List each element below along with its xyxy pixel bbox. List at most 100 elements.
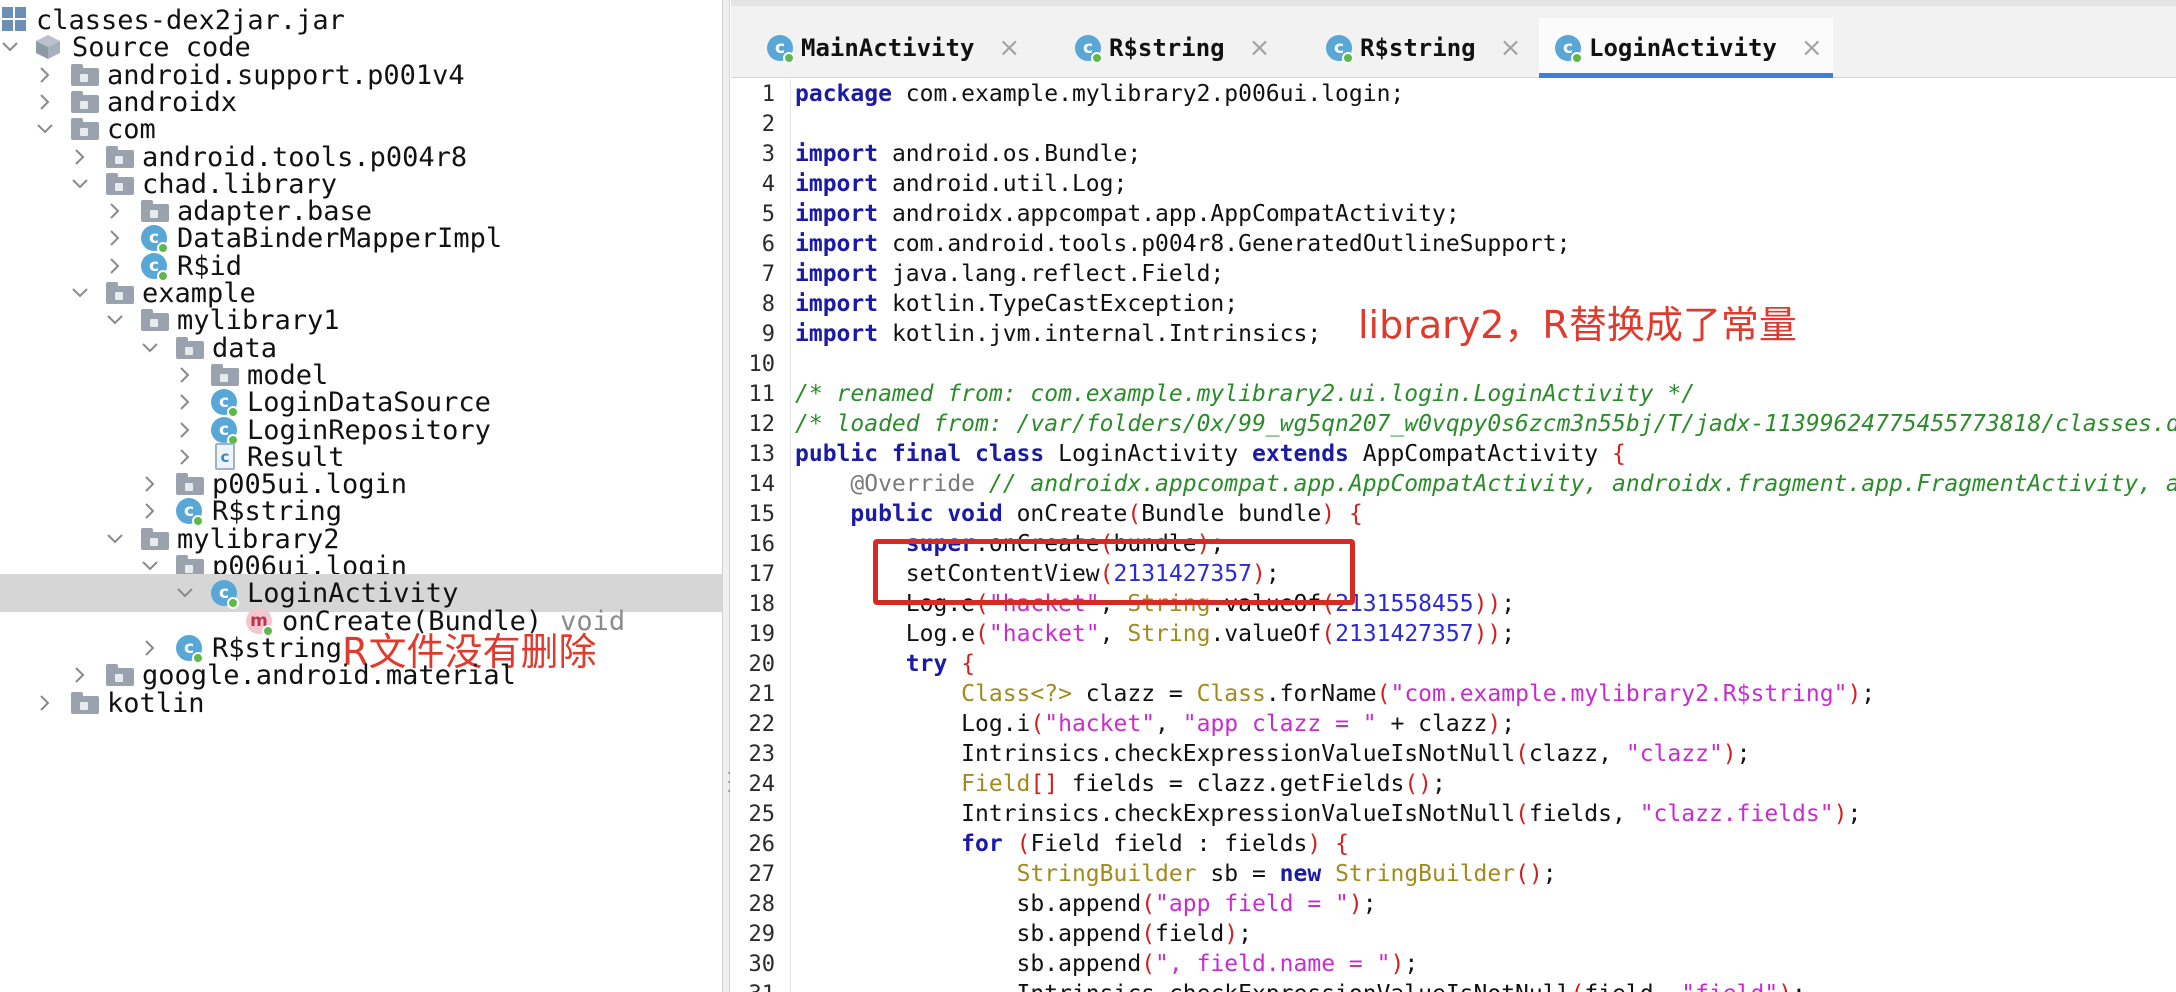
code-token: fields, (1528, 801, 1640, 827)
code-line: 27 StringBuilder sb = new StringBuilder(… (731, 859, 2176, 889)
code-token: import (795, 321, 879, 347)
code-token: import (795, 261, 879, 287)
code-text: @Override // androidx.appcompat.app.AppC… (795, 471, 2176, 497)
tab-bar-top-strip (731, 0, 2176, 6)
line-number: 28 (748, 891, 776, 917)
close-tab-icon[interactable]: × (1249, 33, 1271, 63)
code-token: ) (1307, 831, 1322, 857)
code-token: "field" (1681, 981, 1778, 992)
code-token: { (1612, 441, 1626, 467)
highlight-box (873, 539, 1355, 605)
line-number: 8 (761, 291, 775, 317)
editor-tab[interactable]: c R$string × (1310, 18, 1531, 78)
code-token: [] (1030, 771, 1059, 797)
class-icon: c (1073, 33, 1103, 64)
close-tab-icon[interactable]: × (1500, 33, 1522, 63)
code-token: // androidx.appcompat.app.AppCompatActiv… (988, 471, 2176, 497)
code-token: clazz = (1071, 681, 1197, 707)
line-number: 20 (748, 651, 776, 677)
code-token: { (961, 651, 976, 677)
package-folder-icon (71, 692, 99, 714)
code-line: 2 (731, 109, 2176, 139)
code-line: 5 import androidx.appcompat.app.AppCompat… (731, 199, 2176, 229)
collapse-chevron-right-icon[interactable] (35, 684, 55, 722)
code-text: import kotlin.TypeCastException; (795, 291, 1238, 317)
close-tab-icon[interactable]: × (998, 33, 1020, 63)
tab-label: R$string (1360, 34, 1476, 62)
code-token: import (795, 291, 879, 317)
code-token: String (1127, 621, 1211, 647)
code-text: /* renamed from: com.example.mylibrary2.… (795, 381, 1695, 407)
code-token: android.util.Log; (878, 171, 1128, 197)
code-token: Bundle bundle (1141, 501, 1322, 527)
code-token: "hacket" (988, 621, 1100, 647)
code-area[interactable]: 1 package com.example.mylibrary2.p006ui.l… (731, 79, 2176, 992)
code-token: extends (1251, 441, 1349, 467)
code-token: /* loaded from: /var/folders/0x/99_wg5qn… (795, 411, 2176, 437)
project-tree-panel: classes-dex2jar.jar Source code android.su… (0, 0, 722, 992)
code-text: for (Field field : fields) { (795, 831, 1349, 857)
line-number: 5 (761, 201, 775, 227)
code-token: kotlin.jvm.internal.Intrinsics; (878, 321, 1322, 347)
editor-tab[interactable]: c R$string × (1059, 18, 1280, 78)
code-token: Intrinsics.checkExpressionValueIsNotNull (795, 801, 1516, 827)
code-token: ) (1321, 501, 1336, 527)
code-text: Log.e("hacket", String.valueOf(213142735… (795, 621, 1515, 647)
code-token: ) (1833, 801, 1848, 827)
code-line: 14 @Override // androidx.appcompat.app.A… (731, 469, 2176, 499)
package-folder-icon (71, 118, 99, 140)
code-line: 21 Class<?> clazz = Class.forName("com.e… (731, 679, 2176, 709)
class-icon: c (1324, 33, 1354, 64)
code-token: "app field = " (1155, 891, 1349, 917)
code-text: sb.append("app field = "); (795, 891, 1377, 917)
code-text: sb.append(", field.name = "); (795, 951, 1419, 977)
code-token: sb.append (795, 891, 1142, 917)
code-text: import androidx.appcompat.app.AppCompatA… (795, 201, 1460, 227)
code-token: "clazz.fields" (1639, 801, 1834, 827)
code-token: ; (1501, 591, 1516, 617)
code-line: 24 Field[] fields = clazz.getFields(); (731, 769, 2176, 799)
code-token: ) (1348, 891, 1363, 917)
code-token: androidx.appcompat.app.AppCompatActivity… (878, 201, 1460, 227)
code-token: ( (1515, 801, 1529, 827)
close-tab-icon[interactable]: × (1801, 33, 1823, 63)
code-line: 26 for (Field field : fields) { (731, 829, 2176, 859)
code-token: "clazz" (1625, 741, 1723, 767)
code-token: kotlin.TypeCastException; (878, 291, 1239, 317)
code-text: import android.util.Log; (795, 171, 1127, 197)
code-token: Log.i (795, 711, 1031, 737)
editor-tab[interactable]: c MainActivity × (751, 18, 1030, 78)
code-text: Log.i("hacket", "app clazz = " + clazz); (795, 711, 1515, 737)
code-token: ) (1487, 711, 1502, 737)
code-token: )) (1473, 621, 1502, 647)
code-line: 28 sb.append("app field = "); (731, 889, 2176, 919)
line-number: 9 (761, 321, 775, 347)
editor-tab[interactable]: c LoginActivity × (1539, 18, 1833, 78)
code-text: sb.append(field); (795, 921, 1252, 947)
code-line: 30 sb.append(", field.name = "); (731, 949, 2176, 979)
code-token: Log.e (795, 621, 976, 647)
code-token: public final class (795, 441, 1045, 467)
line-number: 23 (748, 741, 776, 767)
tree-item-folder[interactable]: kotlin (0, 684, 722, 722)
code-line: 3 import android.os.Bundle; (731, 139, 2176, 169)
line-number: 31 (731, 982, 776, 992)
code-token: { (1335, 831, 1349, 857)
class-icon: c (765, 33, 795, 64)
code-token: @Override (850, 471, 976, 497)
panel-splitter[interactable]: · · · (722, 0, 733, 992)
code-token: ( (975, 621, 989, 647)
code-token: clazz, (1528, 741, 1626, 767)
code-token: ) (1224, 921, 1239, 947)
line-number: 30 (748, 951, 776, 977)
code-line: 1 package com.example.mylibrary2.p006ui.l… (731, 79, 2176, 109)
code-token: "hacket" (1044, 711, 1156, 737)
